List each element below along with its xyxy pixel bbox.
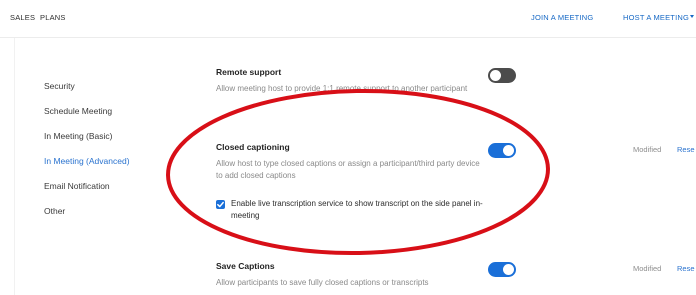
remote-support-toggle[interactable] bbox=[488, 68, 516, 83]
sidebar-item-schedule-meeting[interactable]: Schedule Meeting bbox=[44, 106, 112, 116]
modified-label: Modified bbox=[633, 145, 662, 154]
sidebar-item-other[interactable]: Other bbox=[44, 206, 65, 216]
modified-label: Modified bbox=[633, 264, 662, 273]
save-captions-toggle[interactable] bbox=[488, 262, 516, 277]
chevron-down-icon[interactable] bbox=[690, 15, 694, 18]
setting-description: Allow host to type closed captions or as… bbox=[216, 159, 480, 180]
live-transcription-checkbox[interactable] bbox=[216, 200, 225, 209]
setting-title: Closed captioning bbox=[216, 142, 290, 152]
live-transcription-label[interactable]: Enable live transcription service to sho… bbox=[231, 198, 493, 221]
setting-title: Remote support bbox=[216, 67, 282, 77]
sidebar-item-in-meeting-advanced[interactable]: In Meeting (Advanced) bbox=[44, 156, 130, 166]
setting-title: Save Captions bbox=[216, 261, 275, 271]
toggle-knob bbox=[503, 145, 514, 156]
toggle-knob bbox=[490, 70, 501, 81]
sidebar-item-email-notification[interactable]: Email Notification bbox=[44, 181, 110, 191]
setting-description: Allow meeting host to provide 1:1 remote… bbox=[216, 84, 468, 93]
host-meeting-menu[interactable]: HOST A MEETING bbox=[623, 13, 689, 22]
reset-link[interactable]: Rese bbox=[677, 264, 695, 273]
toggle-knob bbox=[503, 264, 514, 275]
closed-captioning-toggle[interactable] bbox=[488, 143, 516, 158]
sidebar-item-in-meeting-basic[interactable]: In Meeting (Basic) bbox=[44, 131, 113, 141]
top-navigation-bar: SALES PLANS JOIN A MEETING HOST A MEETIN… bbox=[0, 0, 696, 38]
checkmark-icon bbox=[217, 201, 224, 208]
setting-description: Allow participants to save fully closed … bbox=[216, 278, 429, 287]
nav-link-sales[interactable]: SALES bbox=[10, 13, 35, 22]
sidebar-item-security[interactable]: Security bbox=[44, 81, 75, 91]
join-meeting-link[interactable]: JOIN A MEETING bbox=[531, 13, 593, 22]
nav-link-plans[interactable]: PLANS bbox=[40, 13, 66, 22]
reset-link[interactable]: Rese bbox=[677, 145, 695, 154]
